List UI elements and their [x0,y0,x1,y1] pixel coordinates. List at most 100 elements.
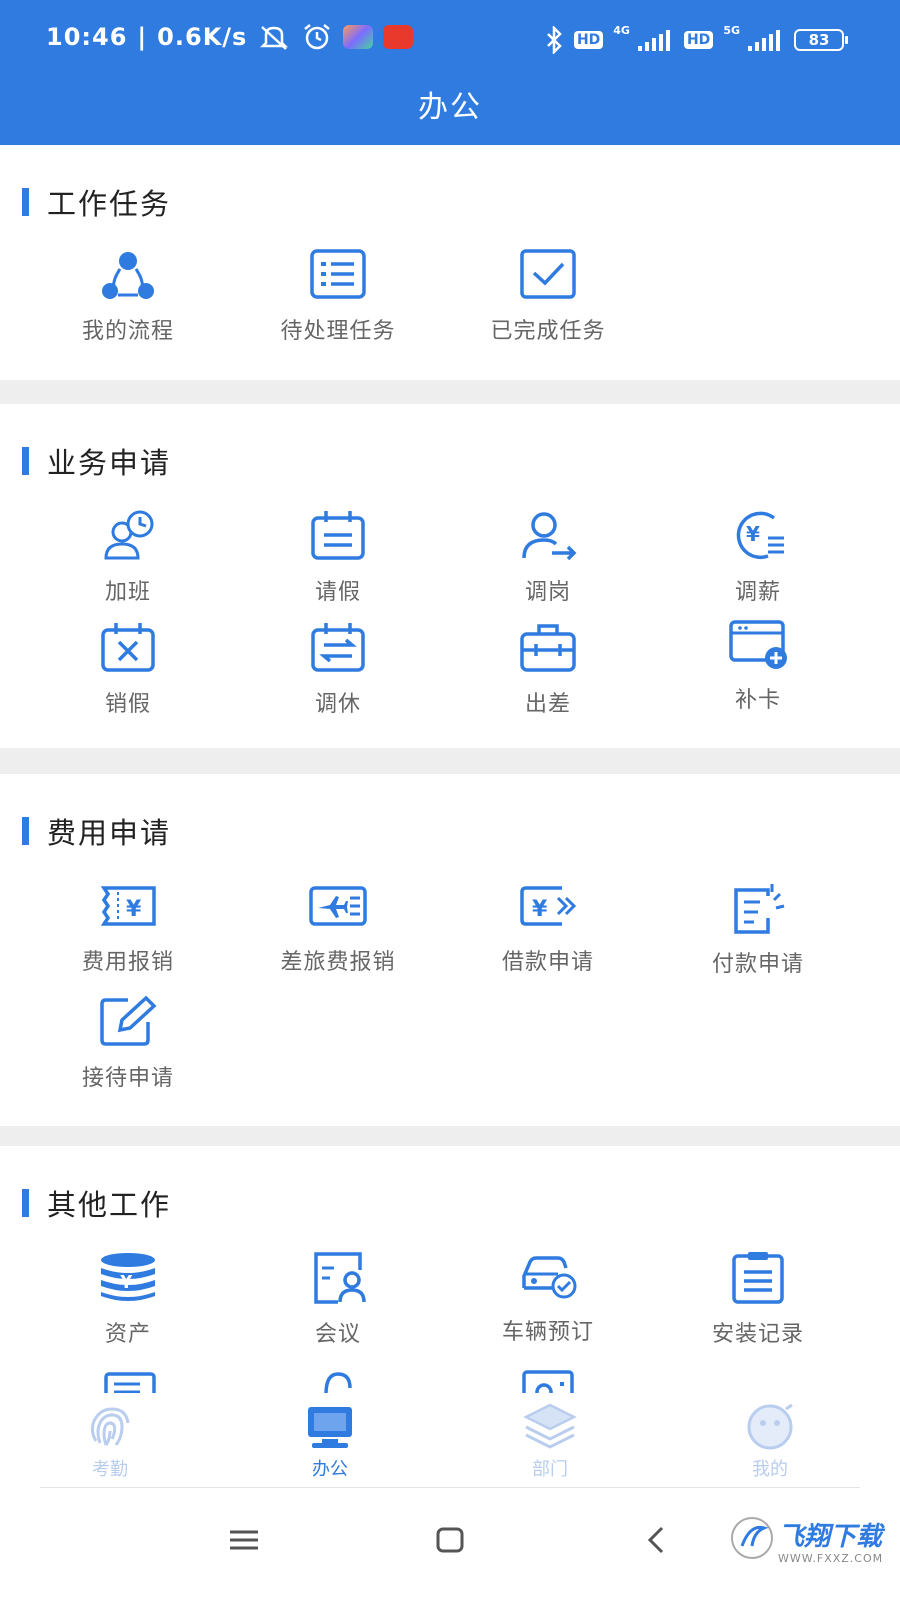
salary-icon: ¥ [736,511,784,560]
grid-item-label: 接待申请 [81,1066,174,1091]
section-header: 其他工作 [22,1182,171,1224]
payment-icon [734,884,785,934]
tab-office[interactable]: 办公 [260,1401,400,1481]
card-icon [729,620,787,669]
cancel-leave-icon [101,623,155,672]
grid-item-label: 付款申请 [711,952,804,977]
section-divider [0,380,900,404]
status-net-speed: 0.6K/s [157,23,248,51]
face-icon [747,1403,793,1450]
meeting-icon [314,1252,366,1304]
grid-item-label: 调岗 [524,580,571,605]
grid-item-time-off[interactable]: 调休 [238,620,438,718]
swap-icon [311,623,365,672]
coins-icon: ¥ [101,1253,155,1301]
watermark-subtext: WWW.FXXZ.COM [778,1552,884,1565]
overtime-icon [104,510,154,560]
tab-label: 部门 [532,1459,568,1480]
back-icon[interactable] [626,1510,686,1570]
game-app-icon [343,25,374,49]
document-icon [104,1372,156,1393]
grid-item-transfer[interactable]: 调岗 [448,508,648,606]
grid-item-salary[interactable]: ¥ 调薪 [658,508,858,606]
tab-mine[interactable]: 我的 [700,1401,840,1481]
signal-icon-1 [637,30,670,51]
battery-indicator: 83 [794,29,848,51]
grid-item-travel-reimburse[interactable]: 差旅费报销 [238,878,438,976]
section-work-tasks: 工作任务 我的流程 待处理任务 已完成任务 [0,145,900,380]
briefcase-icon [520,624,576,672]
section-business-apply: 业务申请 加班 请假 调岗 ¥ 调薪 销假 调休 出差 补卡 [0,404,900,748]
section-other-work: 其他工作 ¥ 资产 会议 车辆预订 安装记录 [0,1146,900,1393]
grid-item-label: 加班 [104,580,151,605]
grid-item-leave[interactable]: 请假 [238,508,438,606]
check-icon [520,249,576,299]
grid-item-loan[interactable]: ¥ 借款申请 [448,878,648,976]
svg-text:¥: ¥ [126,897,142,922]
grid-item-assets[interactable]: ¥ 资产 [28,1250,228,1348]
home-icon[interactable] [420,1510,480,1570]
watermark-logo-icon [731,1517,773,1559]
grid-item-completed-tasks[interactable]: 已完成任务 [448,247,648,345]
grid-item-label: 补卡 [734,688,781,713]
transfer-icon [522,512,577,561]
grid-item-reception[interactable]: 接待申请 [28,994,228,1092]
grid-item-overtime[interactable]: 加班 [28,508,228,606]
watermark-text: 飞翔下载 [778,1522,883,1552]
grid-item-vehicle-booking[interactable]: 车辆预订 [448,1248,648,1346]
fingerprint-icon [90,1407,130,1446]
car-icon [522,1256,577,1299]
plane-ticket-icon [309,886,367,926]
grid-item-my-flow[interactable]: 我的流程 [28,247,228,345]
menu-icon[interactable] [214,1510,274,1570]
loan-icon: ¥ [520,886,577,926]
signal-icon-2 [748,30,780,51]
grid-item-cancel-leave[interactable]: 销假 [28,620,228,718]
tab-department[interactable]: 部门 [480,1401,620,1481]
flow-icon [102,252,154,299]
section-divider [0,1126,900,1146]
grid-item-meeting[interactable]: 会议 [238,1250,438,1348]
edit-icon [100,995,157,1046]
grid-item-business-trip[interactable]: 出差 [448,620,648,718]
grid-item-label: 差旅费报销 [280,950,396,975]
status-separator: | [137,23,148,51]
grid-item-label: 调薪 [734,580,781,605]
refresh-icon [324,1372,352,1393]
grid-item-expense-reimburse[interactable]: ¥ 费用报销 [28,878,228,976]
network-label-1: 4G [613,23,630,37]
bottom-tab-bar: 考勤 办公 部门 我的 [0,1393,900,1488]
grid-item-card-replacement[interactable]: 补卡 [658,616,858,714]
scanner-icon [522,1370,574,1393]
list-icon [310,249,366,299]
grid-item-pending-tasks[interactable]: 待处理任务 [238,247,438,345]
section-header: 费用申请 [22,810,171,852]
tab-label: 办公 [312,1459,348,1480]
section-divider [0,748,900,774]
tab-attendance[interactable]: 考勤 [40,1401,180,1481]
section-title: 工作任务 [47,187,172,221]
section-expense-apply: 费用申请 ¥ 费用报销 差旅费报销 ¥ 借款申请 付款申请 接待申请 [0,774,900,1126]
grid-item-label: 安装记录 [711,1322,804,1347]
calendar-icon [311,511,365,560]
tab-label: 考勤 [92,1459,128,1480]
grid-item-label: 待处理任务 [280,319,396,344]
section-title: 业务申请 [47,446,172,480]
news-app-icon [383,25,414,49]
bluetooth-icon [547,26,562,54]
section-accent-bar [22,817,29,845]
grid-item-install-records[interactable]: 安装记录 [658,1250,858,1348]
layers-icon [523,1403,577,1449]
grid-item-label: 会议 [314,1322,361,1347]
network-label-2: 5G [723,23,740,37]
section-header: 业务申请 [22,440,171,482]
clipboard-icon [732,1252,784,1304]
section-accent-bar [22,1189,29,1217]
grid-item-payment[interactable]: 付款申请 [658,880,858,978]
grid-item-label: 资产 [104,1322,151,1347]
alarm-icon [304,24,331,50]
hd-badge-2: HD [683,31,714,49]
grid-item-label: 借款申请 [501,950,594,975]
section-title: 其他工作 [47,1188,172,1222]
grid-item-label: 请假 [314,580,361,605]
